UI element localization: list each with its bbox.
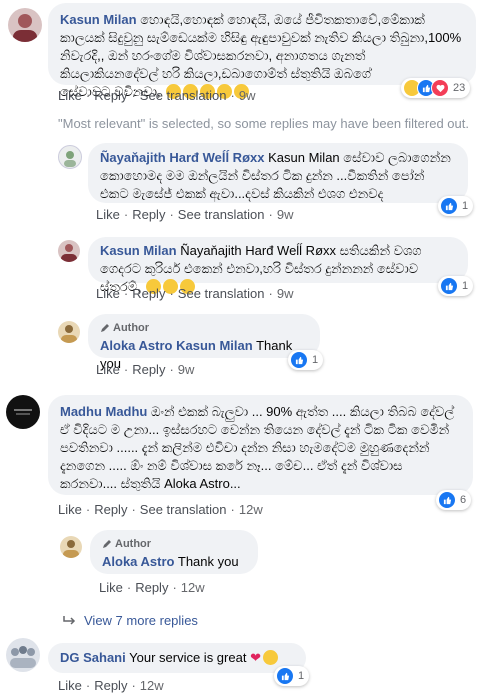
comment-actions: Like · Reply · See translation · 9w bbox=[58, 88, 256, 103]
comment-bubble: Author Aloka Astro Kasun Milan Thank you bbox=[88, 314, 320, 371]
author-badge: Author bbox=[102, 535, 246, 553]
reaction-summary[interactable]: 1 bbox=[288, 350, 324, 370]
reaction-count: 1 bbox=[298, 670, 305, 682]
comment-actions: Like · Reply · 12w bbox=[58, 678, 164, 693]
comment-bubble: DG Sahani Your service is great ❤ bbox=[48, 643, 306, 673]
love-reaction-icon bbox=[431, 79, 449, 97]
comment-actions: Like · Reply · 9w bbox=[96, 362, 195, 377]
timestamp[interactable]: 9w bbox=[277, 286, 294, 301]
like-button[interactable]: Like bbox=[58, 88, 82, 103]
like-reaction-icon bbox=[438, 491, 456, 509]
commenter-name[interactable]: Aloka Astro bbox=[100, 338, 172, 353]
view-more-replies[interactable]: View 7 more replies bbox=[62, 613, 198, 628]
comment-bubble: Madhu Madhu ඔංන් එකක් බැලුවා ... 90% ඇත්… bbox=[48, 395, 473, 495]
see-translation-link[interactable]: See translation bbox=[178, 207, 265, 222]
comment-bubble: Kasun Milan Ñayaňajith Harđ Weĺĺ Røxx සත… bbox=[88, 237, 468, 294]
like-button[interactable]: Like bbox=[58, 678, 82, 693]
reply-arrow-icon bbox=[63, 615, 76, 625]
reply-button[interactable]: Reply bbox=[94, 502, 127, 517]
reply-button[interactable]: Reply bbox=[94, 88, 127, 103]
like-button[interactable]: Like bbox=[96, 207, 120, 222]
timestamp[interactable]: 12w bbox=[140, 678, 164, 693]
like-button[interactable]: Like bbox=[99, 580, 123, 595]
reaction-summary[interactable]: 1 bbox=[274, 666, 310, 686]
comment-actions: Like · Reply · See translation · 9w bbox=[96, 286, 294, 301]
reaction-count: 1 bbox=[312, 354, 319, 366]
reply-button[interactable]: Reply bbox=[132, 362, 165, 377]
reaction-count: 1 bbox=[462, 200, 469, 212]
like-reaction-icon bbox=[276, 667, 294, 685]
commenter-name[interactable]: Aloka Astro bbox=[102, 554, 174, 569]
avatar[interactable] bbox=[6, 638, 40, 672]
reply-button[interactable]: Reply bbox=[94, 678, 127, 693]
timestamp[interactable]: 9w bbox=[239, 88, 256, 103]
timestamp[interactable]: 12w bbox=[239, 502, 263, 517]
comment-actions: Like · Reply · See translation · 12w bbox=[58, 502, 263, 517]
timestamp[interactable]: 9w bbox=[178, 362, 195, 377]
avatar[interactable] bbox=[60, 536, 82, 558]
comment-actions: Like · Reply · See translation · 9w bbox=[96, 207, 294, 222]
avatar[interactable] bbox=[58, 240, 80, 262]
commenter-name[interactable]: DG Sahani bbox=[60, 650, 126, 665]
mention-link[interactable]: Ñayaňajith Harđ Weĺĺ Røxx bbox=[180, 243, 336, 258]
mention-link[interactable]: Kasun Milan bbox=[176, 338, 253, 353]
pencil-icon bbox=[101, 324, 109, 332]
avatar[interactable] bbox=[8, 8, 42, 42]
timestamp[interactable]: 12w bbox=[181, 580, 205, 595]
comment-bubble: Author Aloka Astro Thank you bbox=[90, 530, 258, 574]
reply-button[interactable]: Reply bbox=[135, 580, 168, 595]
reaction-summary[interactable]: 6 bbox=[436, 490, 472, 510]
timestamp[interactable]: 9w bbox=[277, 207, 294, 222]
reaction-summary[interactable]: 23 bbox=[401, 78, 471, 98]
like-button[interactable]: Like bbox=[96, 362, 120, 377]
see-translation-link[interactable]: See translation bbox=[140, 88, 227, 103]
like-button[interactable]: Like bbox=[96, 286, 120, 301]
comment-text: Thank you bbox=[177, 554, 239, 569]
like-reaction-icon bbox=[440, 277, 458, 295]
reaction-count: 6 bbox=[460, 494, 467, 506]
commenter-name[interactable]: Ñayaňajith Harđ Weĺĺ Røxx bbox=[100, 150, 264, 165]
see-translation-link[interactable]: See translation bbox=[178, 286, 265, 301]
reply-button[interactable]: Reply bbox=[132, 207, 165, 222]
comment-text: Your service is great bbox=[129, 650, 247, 665]
reaction-summary[interactable]: 1 bbox=[438, 276, 474, 296]
avatar[interactable] bbox=[6, 395, 40, 429]
like-reaction-icon bbox=[440, 197, 458, 215]
filter-note: "Most relevant" is selected, so some rep… bbox=[58, 116, 469, 131]
like-button[interactable]: Like bbox=[58, 502, 82, 517]
comment-actions: Like · Reply · 12w bbox=[99, 580, 205, 595]
comment-bubble: Kasun Milan හොඳයි,හොඳක් හොඳයි, ඔයේ ජීවිත… bbox=[48, 3, 476, 99]
reply-button[interactable]: Reply bbox=[132, 286, 165, 301]
avatar[interactable] bbox=[58, 321, 80, 343]
reaction-count: 1 bbox=[462, 280, 469, 292]
see-translation-link[interactable]: See translation bbox=[140, 502, 227, 517]
reaction-summary[interactable]: 1 bbox=[438, 196, 474, 216]
smile-emoji-icon bbox=[262, 650, 278, 665]
heart-emoji-icon: ❤ bbox=[250, 650, 261, 665]
pencil-icon bbox=[103, 540, 111, 548]
commenter-name[interactable]: Madhu Madhu bbox=[60, 404, 147, 419]
reaction-count: 23 bbox=[453, 82, 466, 94]
commenter-name[interactable]: Kasun Milan bbox=[60, 12, 137, 27]
comment-bubble: Ñayaňajith Harđ Weĺĺ Røxx Kasun Milan සේ… bbox=[88, 143, 468, 203]
author-badge: Author bbox=[100, 319, 308, 337]
like-reaction-icon bbox=[290, 351, 308, 369]
avatar[interactable] bbox=[58, 145, 82, 169]
commenter-name[interactable]: Kasun Milan bbox=[100, 243, 177, 258]
